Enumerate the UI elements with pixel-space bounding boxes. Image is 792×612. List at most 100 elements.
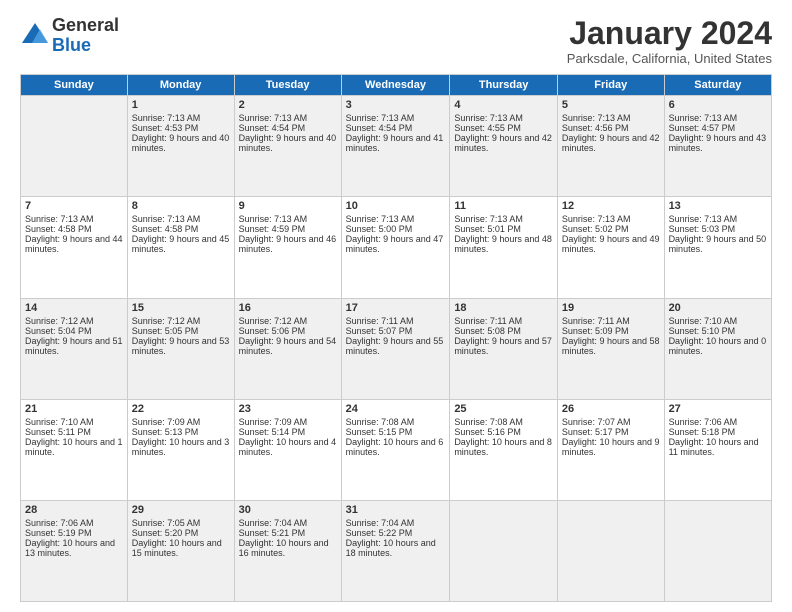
daylight-text: Daylight: 9 hours and 47 minutes. [346, 234, 444, 254]
daylight-text: Daylight: 9 hours and 41 minutes. [346, 133, 444, 153]
date-number: 5 [562, 99, 660, 111]
sunrise-text: Sunrise: 7:13 AM [454, 214, 523, 224]
date-number: 16 [239, 302, 337, 314]
date-number: 15 [132, 302, 230, 314]
sunset-text: Sunset: 4:58 PM [25, 224, 92, 234]
col-monday: Monday [127, 75, 234, 96]
week-row-1: 1 Sunrise: 7:13 AM Sunset: 4:53 PM Dayli… [21, 96, 772, 197]
col-tuesday: Tuesday [234, 75, 341, 96]
date-number: 14 [25, 302, 123, 314]
logo-icon [20, 21, 50, 51]
sunset-text: Sunset: 4:56 PM [562, 123, 629, 133]
calendar-cell: 31 Sunrise: 7:04 AM Sunset: 5:22 PM Dayl… [341, 500, 450, 601]
sunrise-text: Sunrise: 7:08 AM [346, 417, 415, 427]
sunset-text: Sunset: 5:06 PM [239, 326, 306, 336]
daylight-text: Daylight: 9 hours and 40 minutes. [132, 133, 230, 153]
calendar-cell: 18 Sunrise: 7:11 AM Sunset: 5:08 PM Dayl… [450, 298, 558, 399]
date-number: 23 [239, 403, 337, 415]
daylight-text: Daylight: 9 hours and 43 minutes. [669, 133, 767, 153]
daylight-text: Daylight: 9 hours and 42 minutes. [562, 133, 660, 153]
daylight-text: Daylight: 10 hours and 16 minutes. [239, 538, 329, 558]
calendar-cell: 21 Sunrise: 7:10 AM Sunset: 5:11 PM Dayl… [21, 399, 128, 500]
page: General Blue January 2024 Parksdale, Cal… [0, 0, 792, 612]
calendar-cell: 3 Sunrise: 7:13 AM Sunset: 4:54 PM Dayli… [341, 96, 450, 197]
daylight-text: Daylight: 9 hours and 51 minutes. [25, 336, 123, 356]
daylight-text: Daylight: 9 hours and 58 minutes. [562, 336, 660, 356]
date-number: 13 [669, 200, 767, 212]
date-number: 20 [669, 302, 767, 314]
sunset-text: Sunset: 5:20 PM [132, 528, 199, 538]
calendar-cell: 13 Sunrise: 7:13 AM Sunset: 5:03 PM Dayl… [664, 197, 771, 298]
col-thursday: Thursday [450, 75, 558, 96]
daylight-text: Daylight: 10 hours and 8 minutes. [454, 437, 552, 457]
sunrise-text: Sunrise: 7:10 AM [25, 417, 94, 427]
daylight-text: Daylight: 9 hours and 45 minutes. [132, 234, 230, 254]
sunset-text: Sunset: 5:22 PM [346, 528, 413, 538]
daylight-text: Daylight: 9 hours and 42 minutes. [454, 133, 552, 153]
sunset-text: Sunset: 4:58 PM [132, 224, 199, 234]
sunrise-text: Sunrise: 7:13 AM [346, 214, 415, 224]
sunrise-text: Sunrise: 7:13 AM [239, 113, 308, 123]
calendar-cell: 10 Sunrise: 7:13 AM Sunset: 5:00 PM Dayl… [341, 197, 450, 298]
sunset-text: Sunset: 4:54 PM [346, 123, 413, 133]
calendar-cell: 25 Sunrise: 7:08 AM Sunset: 5:16 PM Dayl… [450, 399, 558, 500]
col-friday: Friday [557, 75, 664, 96]
calendar-cell: 19 Sunrise: 7:11 AM Sunset: 5:09 PM Dayl… [557, 298, 664, 399]
sunrise-text: Sunrise: 7:13 AM [25, 214, 94, 224]
date-number: 3 [346, 99, 446, 111]
sunrise-text: Sunrise: 7:08 AM [454, 417, 523, 427]
sunset-text: Sunset: 5:19 PM [25, 528, 92, 538]
daylight-text: Daylight: 10 hours and 18 minutes. [346, 538, 436, 558]
week-row-4: 21 Sunrise: 7:10 AM Sunset: 5:11 PM Dayl… [21, 399, 772, 500]
calendar-cell: 1 Sunrise: 7:13 AM Sunset: 4:53 PM Dayli… [127, 96, 234, 197]
date-number: 29 [132, 504, 230, 516]
calendar-cell: 24 Sunrise: 7:08 AM Sunset: 5:15 PM Dayl… [341, 399, 450, 500]
calendar-cell: 5 Sunrise: 7:13 AM Sunset: 4:56 PM Dayli… [557, 96, 664, 197]
calendar-cell: 11 Sunrise: 7:13 AM Sunset: 5:01 PM Dayl… [450, 197, 558, 298]
sunrise-text: Sunrise: 7:04 AM [239, 518, 308, 528]
sunset-text: Sunset: 5:14 PM [239, 427, 306, 437]
daylight-text: Daylight: 10 hours and 15 minutes. [132, 538, 222, 558]
date-number: 26 [562, 403, 660, 415]
date-number: 27 [669, 403, 767, 415]
calendar-cell: 16 Sunrise: 7:12 AM Sunset: 5:06 PM Dayl… [234, 298, 341, 399]
calendar-cell: 30 Sunrise: 7:04 AM Sunset: 5:21 PM Dayl… [234, 500, 341, 601]
sunrise-text: Sunrise: 7:06 AM [25, 518, 94, 528]
sunrise-text: Sunrise: 7:13 AM [239, 214, 308, 224]
sunset-text: Sunset: 5:09 PM [562, 326, 629, 336]
col-sunday: Sunday [21, 75, 128, 96]
sunrise-text: Sunrise: 7:06 AM [669, 417, 738, 427]
sunset-text: Sunset: 4:57 PM [669, 123, 736, 133]
sunset-text: Sunset: 5:01 PM [454, 224, 521, 234]
calendar-cell: 22 Sunrise: 7:09 AM Sunset: 5:13 PM Dayl… [127, 399, 234, 500]
sunrise-text: Sunrise: 7:10 AM [669, 316, 738, 326]
sunset-text: Sunset: 5:11 PM [25, 427, 91, 437]
sunset-text: Sunset: 5:08 PM [454, 326, 521, 336]
sunrise-text: Sunrise: 7:13 AM [562, 113, 631, 123]
sunrise-text: Sunrise: 7:13 AM [132, 214, 201, 224]
sunrise-text: Sunrise: 7:11 AM [562, 316, 630, 326]
col-wednesday: Wednesday [341, 75, 450, 96]
daylight-text: Daylight: 10 hours and 6 minutes. [346, 437, 444, 457]
logo-blue-text: Blue [52, 35, 91, 55]
sunset-text: Sunset: 4:55 PM [454, 123, 521, 133]
sunset-text: Sunset: 5:15 PM [346, 427, 413, 437]
daylight-text: Daylight: 9 hours and 54 minutes. [239, 336, 337, 356]
daylight-text: Daylight: 9 hours and 46 minutes. [239, 234, 337, 254]
daylight-text: Daylight: 9 hours and 57 minutes. [454, 336, 552, 356]
sunset-text: Sunset: 5:05 PM [132, 326, 199, 336]
daylight-text: Daylight: 10 hours and 11 minutes. [669, 437, 759, 457]
calendar-cell: 20 Sunrise: 7:10 AM Sunset: 5:10 PM Dayl… [664, 298, 771, 399]
calendar-cell: 12 Sunrise: 7:13 AM Sunset: 5:02 PM Dayl… [557, 197, 664, 298]
sunrise-text: Sunrise: 7:13 AM [669, 214, 738, 224]
daylight-text: Daylight: 9 hours and 53 minutes. [132, 336, 230, 356]
sunset-text: Sunset: 4:54 PM [239, 123, 306, 133]
date-number: 10 [346, 200, 446, 212]
date-number: 28 [25, 504, 123, 516]
daylight-text: Daylight: 9 hours and 40 minutes. [239, 133, 337, 153]
date-number: 21 [25, 403, 123, 415]
sunset-text: Sunset: 5:16 PM [454, 427, 521, 437]
header-row: Sunday Monday Tuesday Wednesday Thursday… [21, 75, 772, 96]
col-saturday: Saturday [664, 75, 771, 96]
date-number: 17 [346, 302, 446, 314]
